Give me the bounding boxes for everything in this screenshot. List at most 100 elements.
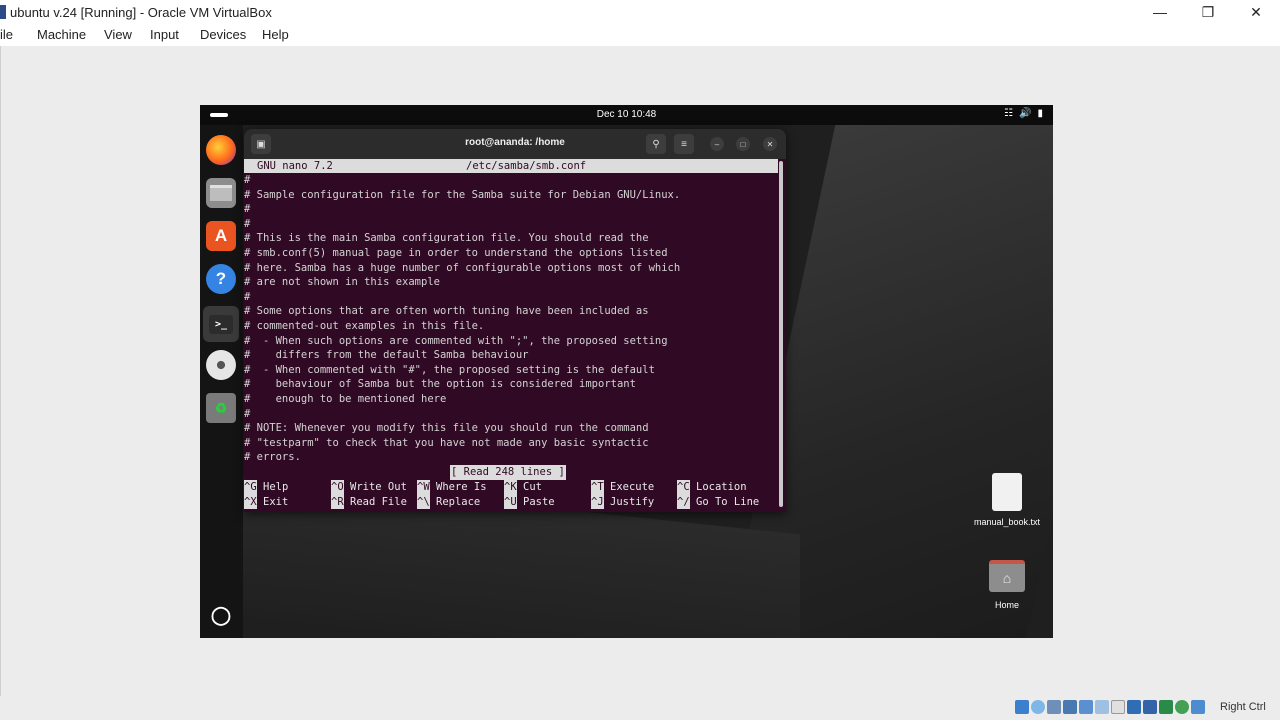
nano-text-area[interactable]: # # Sample configuration file for the Sa… — [244, 173, 778, 465]
shortcut-key: ^R — [331, 494, 344, 510]
shortcut-key: ^/ — [677, 494, 690, 510]
text-line: # errors. — [244, 451, 301, 464]
text-line: # — [244, 217, 251, 230]
battery-icon: ▮ — [1037, 108, 1043, 119]
text-line: # enough to be mentioned here — [244, 392, 447, 405]
text-line: # here. Samba has a huge number of confi… — [244, 261, 681, 274]
minimize-button[interactable]: — — [1136, 0, 1184, 24]
shortcut-read-file[interactable]: Read File — [350, 495, 407, 510]
text-line: # This is the main Samba configuration f… — [244, 232, 649, 245]
video-capture-icon[interactable] — [1127, 700, 1141, 714]
terminal-close-button[interactable]: ✕ — [763, 137, 777, 151]
shortcut-row: ^G Help ^O Write Out ^W Where Is ^K Cut … — [244, 480, 778, 495]
shared-folders-icon[interactable] — [1095, 700, 1109, 714]
shortcut-replace[interactable]: Replace — [436, 495, 480, 510]
menu-help[interactable]: Help — [262, 27, 289, 42]
text-line: # are not shown in this example — [244, 276, 440, 289]
vbox-status-bar: Right Ctrl — [0, 696, 1280, 720]
text-line: # — [244, 174, 251, 186]
shortcut-key: ^C — [677, 480, 690, 495]
shortcut-key: ^T — [591, 480, 604, 495]
shortcut-where-is[interactable]: Where Is — [436, 480, 487, 495]
home-folder-icon: ⌂ — [989, 560, 1025, 592]
nano-title-bar: GNU nano 7.2 /etc/samba/smb.conf — [244, 159, 778, 173]
shortcut-justify[interactable]: Justify — [610, 495, 654, 510]
shortcut-help[interactable]: Help — [263, 480, 288, 495]
shortcut-key: ^X — [244, 494, 257, 510]
menu-devices[interactable]: Devices — [200, 27, 246, 42]
nano-editor[interactable]: GNU nano 7.2 /etc/samba/smb.conf # # Sam… — [244, 159, 786, 512]
hamburger-icon: ≡ — [681, 138, 687, 150]
menu-input[interactable]: Input — [150, 27, 179, 42]
mouse-integration-icon[interactable] — [1143, 700, 1157, 714]
terminal-minimize-button[interactable]: – — [710, 137, 724, 151]
display-icon[interactable] — [1111, 700, 1125, 714]
text-line: # smb.conf(5) manual page in order to un… — [244, 246, 668, 259]
restore-button[interactable]: ❐ — [1184, 0, 1232, 24]
search-icon: ⚲ — [652, 138, 660, 150]
guest-screen[interactable]: Dec 10 10:48 ☷ 🔊 ▮ A ? >_ ♻ ◯ ▣ root@ana… — [200, 105, 1053, 638]
hard-disk-icon[interactable] — [1015, 700, 1029, 714]
desktop-icon-manual-book[interactable]: manual_book.txt — [967, 473, 1047, 527]
network-adapter-icon[interactable] — [1063, 700, 1077, 714]
shortcut-cut[interactable]: Cut — [523, 480, 542, 495]
text-line: # NOTE: Whenever you modify this file yo… — [244, 422, 649, 435]
text-line: # - When commented with "#", the propose… — [244, 363, 655, 376]
menu-view[interactable]: View — [104, 27, 132, 42]
disc-icon[interactable] — [206, 350, 236, 380]
terminal-maximize-button[interactable]: □ — [736, 137, 750, 151]
cpu-icon[interactable] — [1159, 700, 1173, 714]
menu-machine[interactable]: Machine — [37, 27, 86, 42]
keyboard-capture-icon[interactable] — [1191, 700, 1205, 714]
optical-drive-icon[interactable] — [1031, 700, 1045, 714]
search-button[interactable]: ⚲ — [646, 134, 666, 154]
desktop-icon-label: Home — [994, 600, 1019, 610]
menu-button[interactable]: ≡ — [674, 134, 694, 154]
shortcut-key: ^O — [331, 480, 344, 495]
shortcut-write-out[interactable]: Write Out — [350, 480, 407, 495]
close-button[interactable]: ✕ — [1232, 0, 1280, 24]
text-line: # differs from the default Samba behavio… — [244, 349, 529, 362]
system-status[interactable]: ☷ 🔊 ▮ — [1004, 108, 1043, 119]
nano-shortcut-bar: ^G Help ^O Write Out ^W Where Is ^K Cut … — [244, 480, 778, 510]
shortcut-row: ^X Exit ^R Read File ^\ Replace ^U Paste… — [244, 494, 778, 510]
text-line: # "testparm" to check that you have not … — [244, 436, 649, 449]
shortcut-go-to-line[interactable]: Go To Line — [696, 495, 759, 510]
nano-version: GNU nano 7.2 — [257, 160, 333, 172]
usb-icon[interactable] — [1079, 700, 1093, 714]
firefox-icon[interactable] — [206, 135, 236, 165]
trash-icon[interactable]: ♻ — [206, 393, 236, 423]
files-icon[interactable] — [206, 178, 236, 208]
menu-file[interactable]: File — [0, 27, 13, 42]
window-controls: — ❐ ✕ — [1136, 0, 1280, 24]
audio-icon[interactable] — [1047, 700, 1061, 714]
terminal-title: root@ananda: /home — [465, 137, 565, 148]
help-icon[interactable]: ? — [206, 264, 236, 294]
shortcut-key: ^J — [591, 494, 604, 510]
shortcut-key: ^\ — [417, 494, 430, 510]
show-apps-icon[interactable]: ◯ — [206, 600, 236, 630]
terminal-icon[interactable]: >_ — [203, 306, 239, 342]
shortcut-location[interactable]: Location — [696, 480, 747, 495]
text-line: # — [244, 290, 251, 303]
desktop-icon-home[interactable]: ⌂ Home — [967, 560, 1047, 610]
terminal-window[interactable]: ▣ root@ananda: /home ⚲ ≡ – □ ✕ GNU nano … — [244, 129, 786, 512]
app-center-icon[interactable]: A — [206, 221, 236, 251]
guest-additions-icon[interactable] — [1175, 700, 1189, 714]
text-line: # Sample configuration file for the Samb… — [244, 188, 681, 201]
shortcut-execute[interactable]: Execute — [610, 480, 654, 495]
vbox-menu-bar: File Machine View Input Devices Help — [0, 24, 1280, 46]
terminal-scrollbar[interactable] — [779, 161, 783, 507]
text-line: # - When such options are commented with… — [244, 334, 668, 347]
window-title: ubuntu v.24 [Running] - Oracle VM Virtua… — [10, 4, 272, 20]
shortcut-paste[interactable]: Paste — [523, 495, 555, 510]
text-file-icon — [992, 473, 1022, 511]
text-line: # Some options that are often worth tuni… — [244, 305, 649, 318]
network-icon: ☷ — [1004, 108, 1014, 119]
dock: A ? >_ ♻ ◯ — [200, 125, 243, 638]
text-line: # — [244, 203, 251, 216]
nano-status-message: [ Read 248 lines ] — [450, 465, 566, 480]
gnome-top-bar: Dec 10 10:48 ☷ 🔊 ▮ — [200, 105, 1053, 125]
shortcut-exit[interactable]: Exit — [263, 495, 288, 510]
clock[interactable]: Dec 10 10:48 — [200, 109, 1053, 120]
